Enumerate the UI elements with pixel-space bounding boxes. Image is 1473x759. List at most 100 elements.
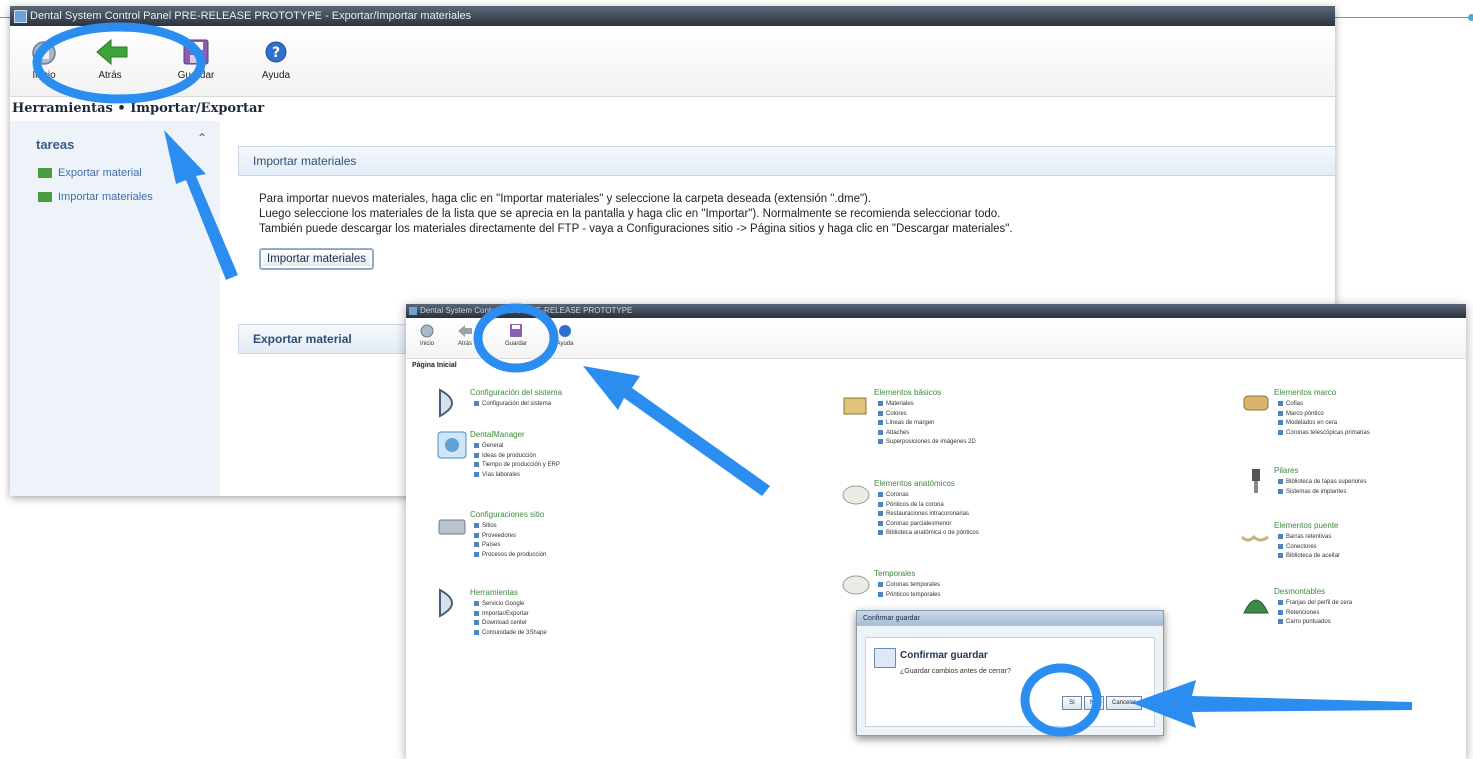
list-item[interactable]: Modelados en cera <box>1278 419 1370 429</box>
back-arrow-icon <box>95 38 128 66</box>
list-item[interactable]: Sitios <box>474 522 546 532</box>
group-list: Configuración del sistema <box>474 400 551 410</box>
home-icon <box>29 38 59 66</box>
list-item[interactable]: Países <box>474 541 546 551</box>
save-question-icon <box>874 648 896 668</box>
home-icon <box>419 323 435 339</box>
group-title[interactable]: Herramientas <box>470 588 518 597</box>
bridge-elements-icon <box>1240 521 1272 551</box>
sidebar-item-import-materials[interactable]: Importar materiales <box>38 191 153 203</box>
list-item[interactable]: Sistemas de implantes <box>1278 488 1366 498</box>
list-item[interactable]: Superposiciones de imágenes 2D <box>878 438 976 448</box>
list-item[interactable]: Coronas telescópicas primarias <box>1278 429 1370 439</box>
home-button[interactable]: Inicio <box>412 323 442 347</box>
window-titlebar[interactable]: Dental System Control Panel PRE-RELEASE … <box>10 6 1335 26</box>
dialog-heading: Confirmar guardar <box>900 650 988 661</box>
list-item[interactable]: Franjas del perfil de cera <box>1278 599 1352 609</box>
help-button[interactable]: ? Ayuda <box>248 34 304 90</box>
group-list: Barras retentivas Conectores Biblioteca … <box>1278 533 1340 562</box>
yes-button[interactable]: Sí <box>1062 696 1082 710</box>
group-title[interactable]: Elementos anatómicos <box>874 479 955 488</box>
list-item[interactable]: Coronas parcialesmenor <box>878 520 979 530</box>
group-list: Sitios Proveedores Países Procesos de pr… <box>474 522 546 560</box>
group-title[interactable]: Configuración del sistema <box>470 388 562 397</box>
list-item[interactable]: Biblioteca anatómica o de pónticos <box>878 529 979 539</box>
save-icon <box>181 38 211 66</box>
home-button[interactable]: Inicio <box>16 34 72 90</box>
group-title[interactable]: Configuraciones sitio <box>470 510 544 519</box>
back-button[interactable]: Atrás <box>82 34 138 90</box>
list-item[interactable]: Conectores <box>1278 543 1340 553</box>
system-config-icon <box>436 388 468 418</box>
back-arrow-icon <box>457 323 473 339</box>
removable-icon <box>1240 587 1272 617</box>
group-list: General Ideas de producción Tiempo de pr… <box>474 442 560 480</box>
list-item[interactable]: Biblioteca de tapas superiores <box>1278 478 1366 488</box>
group-title[interactable]: Pilares <box>1274 466 1298 475</box>
list-item[interactable]: Líneas de margen <box>878 419 976 429</box>
svg-text:?: ? <box>272 45 280 61</box>
save-button[interactable]: Guardar <box>501 323 531 347</box>
back-button[interactable]: Atrás <box>450 323 480 347</box>
list-item[interactable]: Biblioteca de aceitar <box>1278 552 1340 562</box>
group-title[interactable]: Desmontables <box>1274 587 1325 596</box>
cancel-button[interactable]: Cancelar <box>1106 696 1142 710</box>
list-item[interactable]: Restauraciones intracoronarias <box>878 510 979 520</box>
group-list: Cofias Marco póntico Modelados en cera C… <box>1278 400 1370 438</box>
list-item[interactable]: Configuración del sistema <box>474 400 551 410</box>
confirm-save-dialog: Confirmar guardar Confirmar guardar ¿Gua… <box>856 610 1164 736</box>
list-item[interactable]: Pónticos temporales <box>878 591 940 601</box>
list-item[interactable]: Importar/Exportar <box>474 610 547 620</box>
list-item[interactable]: Colores <box>878 410 976 420</box>
collapse-icon[interactable]: ⌃ <box>197 131 207 145</box>
dialog-message: ¿Guardar cambios antes de cerrar? <box>900 668 1011 675</box>
group-title[interactable]: Temporales <box>874 569 915 578</box>
app-icon <box>14 10 27 23</box>
breadcrumb: Herramientas • Importar/Exportar <box>12 101 265 116</box>
list-item[interactable]: Marco póntico <box>1278 410 1370 420</box>
export-panel-header[interactable]: Exportar material <box>238 324 429 354</box>
list-item[interactable]: Tiempo de producción y ERP <box>474 461 560 471</box>
window-title: Dental System Control Panel PRE-RELEASE … <box>420 306 633 315</box>
window-titlebar[interactable]: Dental System Control Panel PRE-RELEASE … <box>406 304 1466 318</box>
main-content: Importar materiales Para importar nuevos… <box>238 146 1335 269</box>
list-item[interactable]: Servicio Google <box>474 600 547 610</box>
list-item[interactable]: Comunidade de 3Shape <box>474 629 547 639</box>
help-icon <box>557 323 573 339</box>
group-list: Materiales Colores Líneas de margen Atta… <box>878 400 976 448</box>
basic-elements-icon <box>840 388 872 418</box>
tools-icon <box>436 588 468 618</box>
sidebar-item-export-material[interactable]: Exportar material <box>38 167 142 179</box>
list-item[interactable]: Proveedores <box>474 532 546 542</box>
dialog-title[interactable]: Confirmar guardar <box>857 611 1163 626</box>
group-list: Franjas del perfil de cera Retenciones C… <box>1278 599 1352 628</box>
list-item[interactable]: Coronas temporales <box>878 581 940 591</box>
app-icon <box>409 307 417 315</box>
list-item[interactable]: Barras retentivas <box>1278 533 1340 543</box>
dentalmanager-icon <box>436 430 468 460</box>
list-item[interactable]: Carro puntuados <box>1278 618 1352 628</box>
list-item[interactable]: Download center <box>474 619 547 629</box>
help-button[interactable]: Ayuda <box>550 323 580 347</box>
list-item[interactable]: Retenciones <box>1278 609 1352 619</box>
list-item[interactable]: Ideas de producción <box>474 452 560 462</box>
group-title[interactable]: Elementos básicos <box>874 388 941 397</box>
list-item[interactable]: Cofias <box>1278 400 1370 410</box>
list-item[interactable]: Materiales <box>878 400 976 410</box>
list-item[interactable]: Pónticos de la corona <box>878 501 979 511</box>
group-title[interactable]: Elementos marco <box>1274 388 1336 397</box>
save-button[interactable]: Guardar <box>168 34 224 90</box>
page-title: Página Inicial <box>412 362 457 369</box>
list-item[interactable]: Coronas <box>878 491 979 501</box>
no-button[interactable]: No <box>1084 696 1104 710</box>
list-item[interactable]: Procesos de producción <box>474 551 546 561</box>
import-panel-header[interactable]: Importar materiales <box>238 146 1335 176</box>
group-title[interactable]: DentalManager <box>470 430 525 439</box>
list-item[interactable]: Attaches <box>878 429 976 439</box>
import-materials-button[interactable]: Importar materiales <box>260 249 374 269</box>
group-title[interactable]: Elementos puente <box>1274 521 1339 530</box>
frame-elements-icon <box>1240 388 1272 418</box>
list-item[interactable]: Vías laborales <box>474 471 560 481</box>
list-item[interactable]: General <box>474 442 560 452</box>
import-icon <box>38 192 52 203</box>
